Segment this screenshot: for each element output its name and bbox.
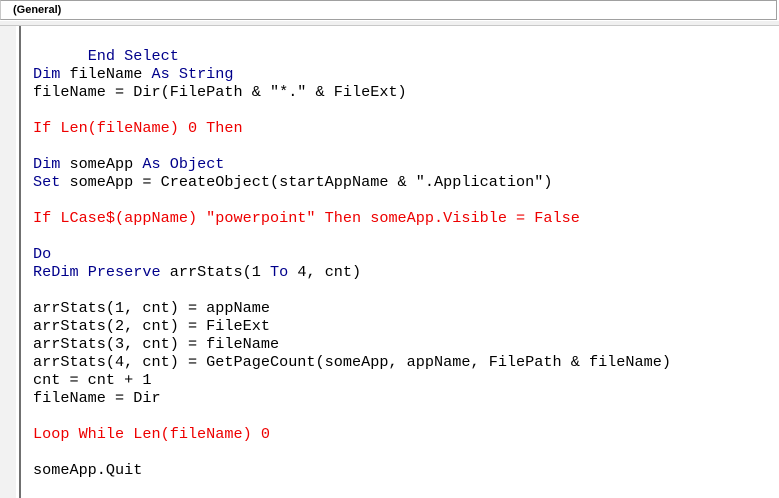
code-line[interactable]: Dim fileName As String: [33, 65, 234, 83]
code-line[interactable]: cnt = cnt + 1: [33, 371, 151, 389]
code-line[interactable]: ReDim Preserve arrStats(1 To 4, cnt): [33, 263, 361, 281]
margin-divider: [19, 26, 21, 498]
keyword: String: [178, 65, 234, 83]
code-text: cnt = cnt + 1: [33, 371, 152, 389]
procedure-dropdown-value: (General): [13, 4, 62, 16]
keyword: As: [151, 65, 170, 83]
keyword: Do: [33, 245, 52, 263]
code-text: arrStats(1: [160, 263, 270, 281]
code-text: someApp.Quit: [33, 461, 143, 479]
code-line-syntax-error[interactable]: If Len(fileName) 0 Then: [33, 119, 243, 137]
code-text: If LCase$(appName) "powerpoint" Then som…: [33, 209, 580, 227]
code-text: 4, cnt): [288, 263, 362, 281]
keyword: ReDim: [33, 263, 79, 281]
code-line[interactable]: arrStats(4, cnt) = GetPageCount(someApp,…: [33, 353, 671, 371]
code-line[interactable]: arrStats(1, cnt) = appName: [33, 299, 270, 317]
vba-code-window: (General) End Select Dim fileName As Str…: [0, 0, 779, 498]
keyword: Preserve: [87, 263, 161, 281]
code-text: arrStats(3, cnt) = fileName: [33, 335, 280, 353]
margin-indicator-bar[interactable]: [0, 26, 16, 498]
code-editor[interactable]: End Select Dim fileName As String fileNa…: [33, 29, 779, 498]
keyword: Dim: [33, 155, 61, 173]
code-text: Loop While Len(fileName) 0: [33, 425, 270, 443]
procedure-dropdown[interactable]: (General): [0, 0, 777, 20]
code-text: someApp = CreateObject(startAppName & ".…: [60, 173, 553, 191]
code-text: someApp: [60, 155, 143, 173]
keyword: Object: [169, 155, 225, 173]
code-line[interactable]: fileName = Dir(FilePath & "*." & FileExt…: [33, 83, 407, 101]
code-line[interactable]: Set someApp = CreateObject(startAppName …: [33, 173, 553, 191]
code-line[interactable]: arrStats(3, cnt) = fileName: [33, 335, 279, 353]
code-text: fileName = Dir(FilePath & "*." & FileExt…: [33, 83, 407, 101]
header-separator: [0, 21, 779, 26]
code-text: arrStats(2, cnt) = FileExt: [33, 317, 270, 335]
code-line[interactable]: Dim someApp As Object: [33, 155, 224, 173]
code-line[interactable]: fileName = Dir: [33, 389, 161, 407]
code-line[interactable]: End Select: [33, 29, 179, 65]
code-line-syntax-error[interactable]: Loop While Len(fileName) 0: [33, 425, 270, 443]
code-line-syntax-error[interactable]: If LCase$(appName) "powerpoint" Then som…: [33, 209, 580, 227]
code-text: fileName = Dir: [33, 389, 161, 407]
code-text: If Len(fileName) 0 Then: [33, 119, 243, 137]
keyword: Dim: [33, 65, 61, 83]
keyword: Set: [33, 173, 61, 191]
keyword: To: [270, 263, 289, 281]
code-text: arrStats(1, cnt) = appName: [33, 299, 270, 317]
keyword: As: [142, 155, 161, 173]
code-text: fileName: [60, 65, 152, 83]
code-line[interactable]: Do: [33, 245, 51, 263]
code-text: arrStats(4, cnt) = GetPageCount(someApp,…: [33, 353, 671, 371]
code-line[interactable]: arrStats(2, cnt) = FileExt: [33, 317, 270, 335]
keyword: End Select: [87, 47, 179, 65]
code-line[interactable]: someApp.Quit: [33, 461, 142, 479]
